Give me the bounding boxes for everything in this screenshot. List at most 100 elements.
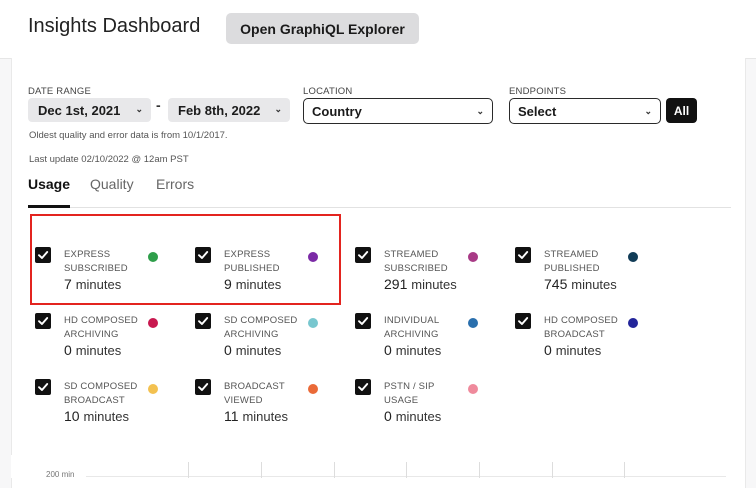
series-color-dot xyxy=(468,252,478,262)
oldest-data-note: Oldest quality and error data is from 10… xyxy=(29,130,228,141)
checkmark-icon xyxy=(518,251,529,259)
metric-number: 0 xyxy=(384,408,392,424)
metric-unit: minutes xyxy=(242,409,288,424)
series-color-dot xyxy=(628,318,638,328)
metric-name: SD COMPOSED BROADCAST xyxy=(64,381,138,406)
tab-usage[interactable]: Usage xyxy=(28,176,70,192)
metric-checkbox[interactable] xyxy=(355,313,371,329)
location-value: Country xyxy=(312,103,362,119)
chart-gridline xyxy=(261,462,262,478)
checkmark-icon xyxy=(38,317,49,325)
metric-number: 0 xyxy=(224,342,232,358)
metric-unit: minutes xyxy=(411,277,457,292)
metric-unit: minutes xyxy=(395,409,442,424)
metric-number: 0 xyxy=(64,342,72,358)
checkmark-icon xyxy=(358,383,369,391)
metric-checkbox[interactable] xyxy=(195,313,211,329)
open-graphiql-button[interactable]: Open GraphiQL Explorer xyxy=(226,13,419,44)
date-range-label: DATE RANGE xyxy=(28,86,92,97)
page-title: Insights Dashboard xyxy=(28,15,201,37)
last-update-note: Last update 02/10/2022 @ 12am PST xyxy=(29,154,189,165)
tab-quality[interactable]: Quality xyxy=(90,176,134,192)
chevron-down-icon: ⌄ xyxy=(644,106,652,116)
checkmark-icon xyxy=(518,317,529,325)
chart-gridline xyxy=(406,462,407,478)
metric-unit: minutes xyxy=(75,343,122,358)
metric-name: HD COMPOSED BROADCAST xyxy=(544,315,618,340)
metric-number: 11 xyxy=(224,408,239,424)
metric-checkbox[interactable] xyxy=(355,379,371,395)
start-date-picker[interactable]: Dec 1st, 2021 ⌄ xyxy=(28,98,151,122)
date-separator: - xyxy=(156,97,161,113)
chart-gridline xyxy=(188,462,189,478)
metric-unit: minutes xyxy=(235,343,282,358)
metric-value: 0 minutes xyxy=(224,342,281,358)
metric-card: HD COMPOSED BROADCAST 0 minutes xyxy=(515,313,665,369)
metric-unit: minutes xyxy=(395,343,442,358)
metric-card: BROADCAST VIEWED 11 minutes xyxy=(195,379,345,435)
checkmark-icon xyxy=(358,251,369,259)
metric-name: STREAMED SUBSCRIBED xyxy=(384,249,448,274)
metric-card: HD COMPOSED ARCHIVING 0 minutes xyxy=(35,313,185,369)
metric-unit: minutes xyxy=(571,277,617,292)
metric-checkbox[interactable] xyxy=(515,247,531,263)
all-endpoints-button[interactable]: All xyxy=(666,98,697,123)
metric-name: PSTN / SIP USAGE xyxy=(384,381,435,406)
endpoints-value: Select xyxy=(518,103,557,119)
metric-number: 0 xyxy=(544,342,552,358)
highlight-box xyxy=(30,214,341,305)
end-date-picker[interactable]: Feb 8th, 2022 ⌄ xyxy=(168,98,290,122)
metric-card: INDIVIDUAL ARCHIVING 0 minutes xyxy=(355,313,505,369)
metric-value: 0 minutes xyxy=(384,342,441,358)
metric-name: INDIVIDUAL ARCHIVING xyxy=(384,315,440,340)
metric-value: 745 minutes xyxy=(544,276,617,292)
end-date-value: Feb 8th, 2022 xyxy=(178,102,261,118)
metric-checkbox[interactable] xyxy=(355,247,371,263)
metric-card: PSTN / SIP USAGE 0 minutes xyxy=(355,379,505,435)
metric-checkbox[interactable] xyxy=(515,313,531,329)
metric-name: SD COMPOSED ARCHIVING xyxy=(224,315,298,340)
metric-value: 291 minutes xyxy=(384,276,457,292)
active-tab-indicator xyxy=(28,205,70,208)
metric-checkbox[interactable] xyxy=(195,379,211,395)
metric-card: SD COMPOSED BROADCAST 10 minutes xyxy=(35,379,185,435)
chevron-down-icon: ⌄ xyxy=(274,104,282,114)
series-color-dot xyxy=(628,252,638,262)
start-date-value: Dec 1st, 2021 xyxy=(38,102,121,118)
chart-gridline xyxy=(552,462,553,478)
metric-value: 0 minutes xyxy=(64,342,121,358)
metric-checkbox[interactable] xyxy=(35,379,51,395)
metric-unit: minutes xyxy=(555,343,602,358)
location-select[interactable]: Country ⌄ xyxy=(303,98,493,124)
usage-chart xyxy=(11,455,744,478)
header-bar: Insights Dashboard Open GraphiQL Explore… xyxy=(0,0,756,59)
series-color-dot xyxy=(148,384,158,394)
location-label: LOCATION xyxy=(303,86,353,97)
checkmark-icon xyxy=(198,317,209,325)
metric-unit: minutes xyxy=(83,409,129,424)
metric-name: BROADCAST VIEWED xyxy=(224,381,285,406)
endpoints-select[interactable]: Select ⌄ xyxy=(509,98,661,124)
chevron-down-icon: ⌄ xyxy=(476,106,484,116)
series-color-dot xyxy=(308,318,318,328)
metric-number: 10 xyxy=(64,408,80,424)
metric-value: 10 minutes xyxy=(64,408,129,424)
metric-card: STREAMED SUBSCRIBED 291 minutes xyxy=(355,247,505,303)
tab-divider xyxy=(28,207,731,208)
series-color-dot xyxy=(468,384,478,394)
metric-number: 0 xyxy=(384,342,392,358)
series-color-dot xyxy=(468,318,478,328)
metric-value: 11 minutes xyxy=(224,408,288,424)
metric-card: STREAMED PUBLISHED 745 minutes xyxy=(515,247,665,303)
metric-number: 291 xyxy=(384,276,408,292)
series-color-dot xyxy=(148,318,158,328)
metric-value: 0 minutes xyxy=(544,342,601,358)
tab-errors[interactable]: Errors xyxy=(156,176,194,192)
checkmark-icon xyxy=(358,317,369,325)
chart-gridline xyxy=(334,462,335,478)
checkmark-icon xyxy=(198,383,209,391)
metric-name: HD COMPOSED ARCHIVING xyxy=(64,315,138,340)
endpoints-label: ENDPOINTS xyxy=(509,86,567,97)
metric-checkbox[interactable] xyxy=(35,313,51,329)
chart-gridline xyxy=(479,462,480,478)
